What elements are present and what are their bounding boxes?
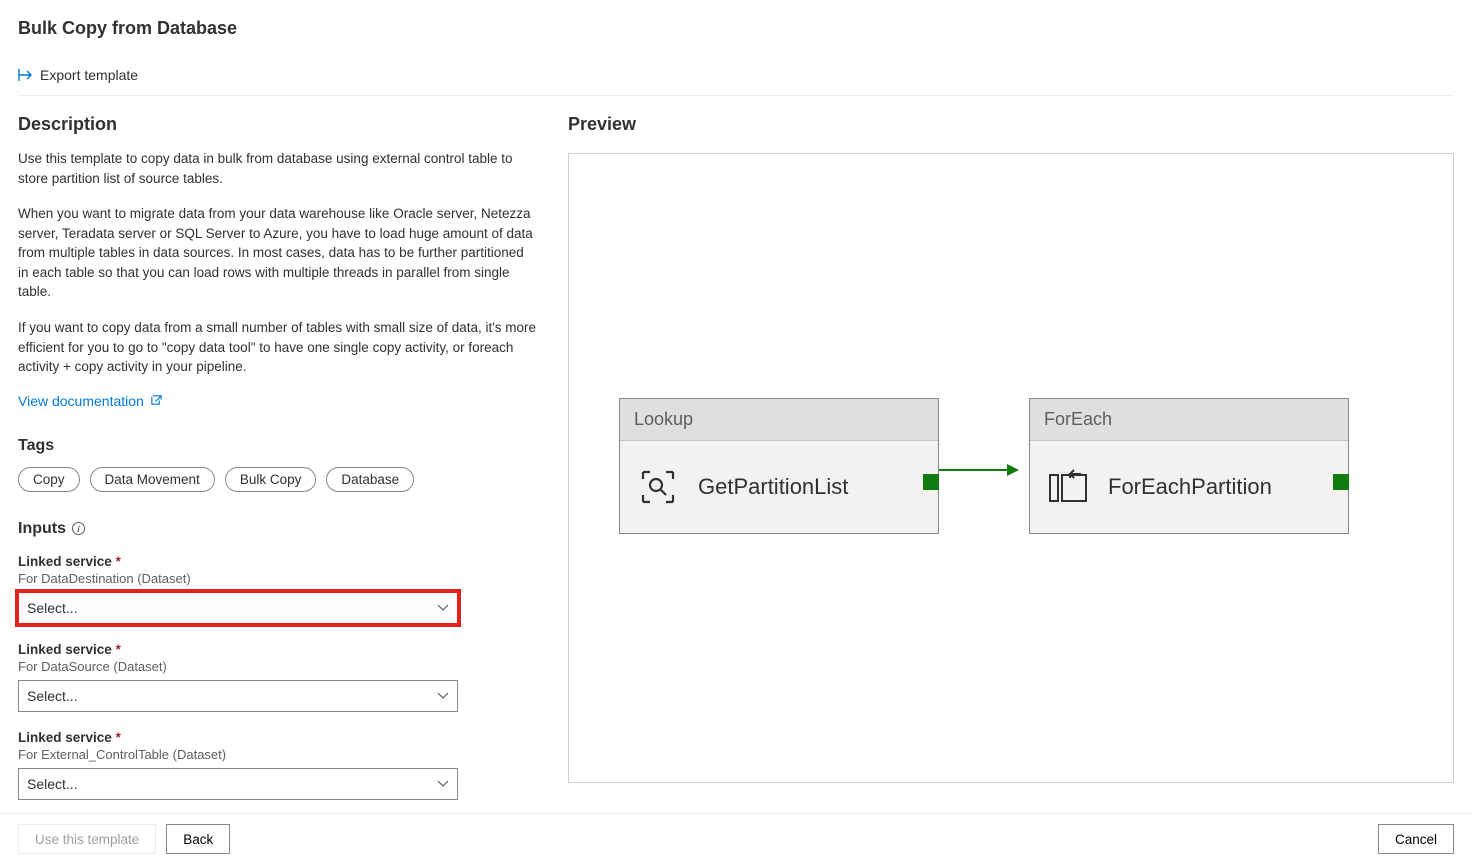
tag-bulk-copy[interactable]: Bulk Copy bbox=[225, 467, 317, 492]
description-heading: Description bbox=[18, 114, 538, 135]
required-indicator: * bbox=[116, 730, 121, 745]
chevron-down-icon bbox=[437, 780, 449, 788]
input-subtext: For External_ControlTable (Dataset) bbox=[18, 747, 538, 762]
use-this-template-button[interactable]: Use this template bbox=[18, 824, 156, 854]
footer: Use this template Back Cancel bbox=[0, 813, 1472, 864]
linked-service-select-datasource[interactable]: Select... bbox=[18, 680, 458, 712]
required-indicator: * bbox=[116, 554, 121, 569]
page-title: Bulk Copy from Database bbox=[18, 18, 1454, 39]
linked-service-select-controltable[interactable]: Select... bbox=[18, 768, 458, 800]
inputs-heading-text: Inputs bbox=[18, 520, 66, 538]
input-label-text: Linked service bbox=[18, 642, 112, 657]
chevron-down-icon bbox=[437, 692, 449, 700]
description-para-2: When you want to migrate data from your … bbox=[18, 204, 538, 302]
external-link-icon bbox=[150, 394, 163, 407]
input-label: Linked service * bbox=[18, 730, 538, 745]
input-label: Linked service * bbox=[18, 642, 538, 657]
view-documentation-label: View documentation bbox=[18, 393, 144, 409]
input-group-datasource: Linked service * For DataSource (Dataset… bbox=[18, 642, 538, 712]
input-subtext: For DataDestination (Dataset) bbox=[18, 571, 538, 586]
node-name-getpartitionlist: GetPartitionList bbox=[698, 474, 848, 500]
node-type-lookup: Lookup bbox=[620, 399, 938, 441]
chevron-down-icon bbox=[437, 604, 449, 612]
input-group-datadestination: Linked service * For DataDestination (Da… bbox=[18, 554, 538, 624]
back-button[interactable]: Back bbox=[166, 824, 230, 854]
tag-database[interactable]: Database bbox=[326, 467, 414, 492]
node-type-foreach: ForEach bbox=[1030, 399, 1348, 441]
tag-row: Copy Data Movement Bulk Copy Database bbox=[18, 467, 538, 492]
inputs-heading: Inputs i bbox=[18, 520, 538, 538]
output-port[interactable] bbox=[1333, 474, 1349, 490]
pipeline-connector[interactable] bbox=[939, 469, 1017, 471]
input-label: Linked service * bbox=[18, 554, 538, 569]
cancel-button[interactable]: Cancel bbox=[1378, 824, 1454, 854]
tag-data-movement[interactable]: Data Movement bbox=[90, 467, 215, 492]
description-para-3: If you want to copy data from a small nu… bbox=[18, 318, 538, 377]
info-icon[interactable]: i bbox=[72, 522, 85, 535]
node-name-foreachpartition: ForEachPartition bbox=[1108, 474, 1272, 500]
description-para-1: Use this template to copy data in bulk f… bbox=[18, 149, 538, 188]
input-subtext: For DataSource (Dataset) bbox=[18, 659, 538, 674]
output-port[interactable] bbox=[923, 474, 939, 490]
preview-heading: Preview bbox=[568, 114, 1454, 135]
select-placeholder: Select... bbox=[27, 688, 78, 704]
input-label-text: Linked service bbox=[18, 554, 112, 569]
tags-heading: Tags bbox=[18, 437, 538, 455]
lookup-icon bbox=[638, 467, 678, 507]
foreach-icon bbox=[1048, 467, 1088, 507]
required-indicator: * bbox=[116, 642, 121, 657]
input-label-text: Linked service bbox=[18, 730, 112, 745]
select-placeholder: Select... bbox=[27, 600, 78, 616]
select-placeholder: Select... bbox=[27, 776, 78, 792]
export-template-label: Export template bbox=[40, 67, 138, 83]
input-group-controltable: Linked service * For External_ControlTab… bbox=[18, 730, 538, 800]
preview-canvas[interactable]: Lookup GetPartitionList ForEach bbox=[568, 153, 1454, 783]
toolbar: Export template bbox=[18, 67, 1454, 96]
export-icon bbox=[18, 68, 34, 82]
pipeline-node-foreach[interactable]: ForEach ForEachPartition bbox=[1029, 398, 1349, 534]
linked-service-select-datadestination[interactable]: Select... bbox=[18, 592, 458, 624]
pipeline-node-lookup[interactable]: Lookup GetPartitionList bbox=[619, 398, 939, 534]
export-template-button[interactable]: Export template bbox=[18, 67, 138, 83]
tag-copy[interactable]: Copy bbox=[18, 467, 80, 492]
view-documentation-link[interactable]: View documentation bbox=[18, 393, 163, 409]
